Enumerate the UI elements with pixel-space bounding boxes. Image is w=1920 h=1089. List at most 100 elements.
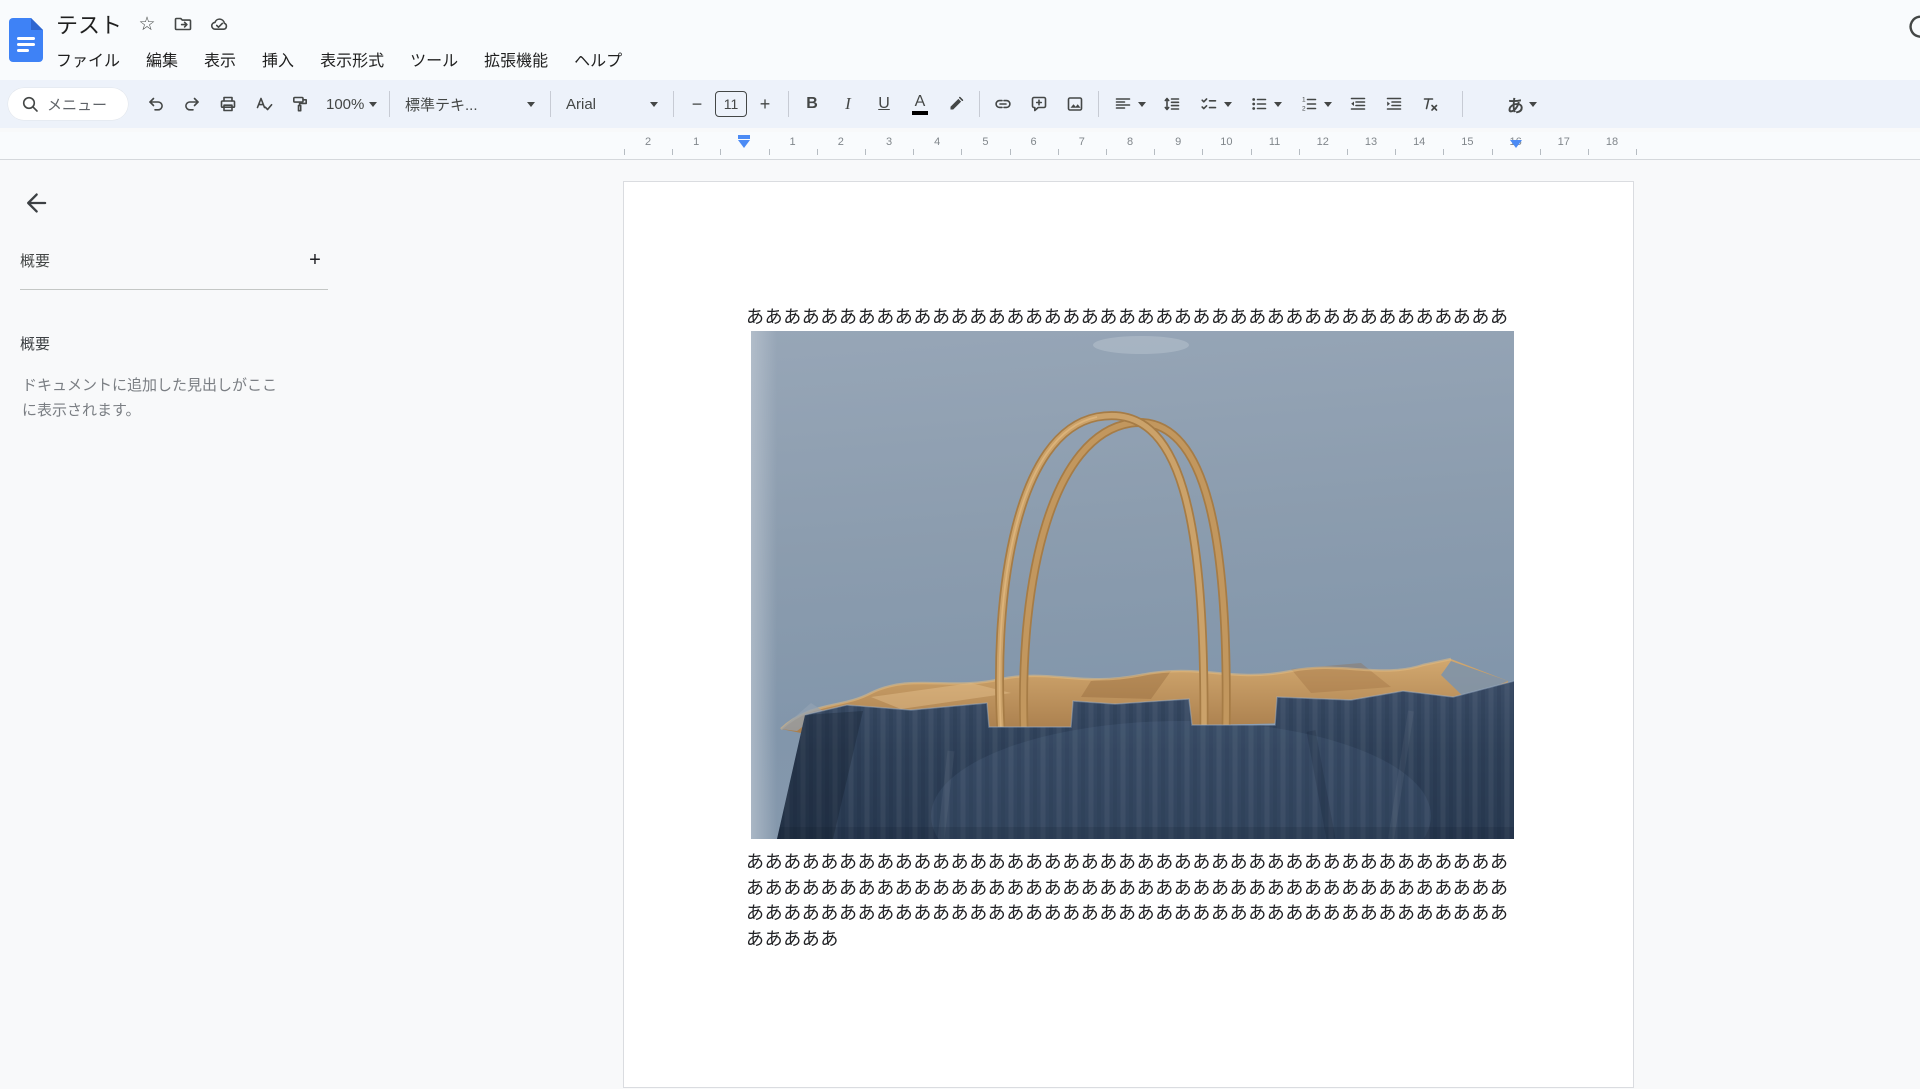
ruler-tick <box>1250 149 1252 155</box>
search-menus-button[interactable]: メニュー <box>8 88 128 120</box>
outline-section-heading: 概要 <box>20 336 51 353</box>
menu-file[interactable]: ファイル <box>45 44 131 74</box>
paragraph-block[interactable]: ああああああああああああああああああああああああああああああああああああああああ… <box>746 850 1509 953</box>
ruler-tick <box>623 149 625 155</box>
menu-help[interactable]: ヘルプ <box>563 44 633 74</box>
ruler-number: 7 <box>1078 136 1085 148</box>
inline-image-paper-bag[interactable] <box>751 331 1514 839</box>
clear-formatting-icon <box>1423 98 1438 111</box>
text-line[interactable]: ああああああああああああああああああああああああああああああああああああああああ… <box>746 901 1509 927</box>
cloud-saved-icon[interactable] <box>208 13 230 35</box>
close-outline-button[interactable] <box>20 187 52 219</box>
text-color-button[interactable]: A <box>902 88 938 120</box>
chevron-down-icon <box>1529 101 1537 107</box>
ruler-tick <box>1346 149 1348 155</box>
menu-edit[interactable]: 編集 <box>135 44 189 74</box>
highlight-color-button[interactable] <box>938 88 974 120</box>
undo-button[interactable] <box>138 88 174 120</box>
increase-font-size-button[interactable]: + <box>747 88 783 120</box>
paragraph-style-value: 標準テキ... <box>405 96 478 114</box>
google-docs-window: テスト ☆ ファイル 編集 表示 挿入 表示形式 ツール 拡張機能 ヘルプ メニ <box>0 0 1920 1089</box>
chevron-down-icon <box>369 101 378 107</box>
ruler-tick <box>672 149 674 155</box>
ruler-tick <box>768 149 770 155</box>
redo-button[interactable] <box>174 88 210 120</box>
toolbar: メニュー 100% 標準テキ... Arial − 11 + B I U A 1… <box>0 80 1920 128</box>
star-icon[interactable]: ☆ <box>136 13 158 35</box>
add-comment-button[interactable] <box>1021 88 1057 120</box>
checklist-button[interactable] <box>1190 88 1240 120</box>
ruler-number: 1 <box>789 136 796 148</box>
ruler-number: 2 <box>837 136 844 148</box>
menu-tools[interactable]: ツール <box>399 44 469 74</box>
document-page[interactable]: ああああああああああああああああああああああああああああああああああああああああ… <box>623 181 1634 1088</box>
add-heading-button[interactable]: + <box>302 247 328 273</box>
link-icon <box>995 99 1011 109</box>
numbered-list-icon: 12 <box>1302 97 1316 113</box>
ruler-number: 18 <box>1605 136 1619 148</box>
increase-indent-button[interactable] <box>1376 88 1412 120</box>
ruler-tick <box>1395 149 1397 155</box>
menu-view[interactable]: 表示 <box>193 44 247 74</box>
bulleted-list-button[interactable] <box>1240 88 1290 120</box>
ruler-tick <box>1009 149 1011 155</box>
document-title[interactable]: テスト <box>56 8 122 40</box>
numbered-list-button[interactable]: 12 <box>1290 88 1340 120</box>
ruler-tick <box>816 149 818 155</box>
menu-insert[interactable]: 挿入 <box>251 44 305 74</box>
google-docs-logo-icon[interactable] <box>9 18 43 62</box>
highlighter-icon <box>950 96 964 110</box>
ruler-tick <box>1105 149 1107 155</box>
text-line[interactable]: ああああああああああああああああああああああああああああああああああああああああ… <box>746 304 1516 330</box>
toolbar-divider <box>673 91 674 117</box>
move-folder-icon[interactable] <box>172 13 194 35</box>
clear-formatting-button[interactable] <box>1412 88 1448 120</box>
zoom-select[interactable]: 100% <box>318 88 384 120</box>
chevron-down-icon <box>1273 101 1282 107</box>
ruler-number: 5 <box>982 136 989 148</box>
underline-button[interactable]: U <box>866 88 902 120</box>
bold-button[interactable]: B <box>794 88 830 120</box>
right-indent-marker[interactable] <box>1509 140 1522 148</box>
font-size-input[interactable]: 11 <box>715 91 747 117</box>
print-button[interactable] <box>210 88 246 120</box>
input-tools-button[interactable]: あ <box>1494 88 1550 120</box>
text-line[interactable]: ああああああああああああああああああああああああああああああああああああああああ… <box>746 850 1509 876</box>
toolbar-divider <box>788 91 789 117</box>
insert-image-button[interactable] <box>1057 88 1093 120</box>
ruler-tick <box>1154 149 1156 155</box>
checklist-icon <box>1200 98 1216 110</box>
insert-link-button[interactable] <box>985 88 1021 120</box>
comment-plus-icon <box>1031 96 1047 112</box>
ruler-tick <box>1443 149 1445 155</box>
align-button[interactable] <box>1104 88 1154 120</box>
menu-format[interactable]: 表示形式 <box>309 44 395 74</box>
outline-title: 概要 <box>20 252 51 270</box>
paragraph-style-select[interactable]: 標準テキ... <box>395 88 545 120</box>
left-indent-marker[interactable] <box>738 135 751 148</box>
document-canvas: 概要 + 概要 ドキュメントに追加した見出しがここ に表示されます。 あああああ… <box>0 161 1920 1089</box>
outline-divider <box>20 289 328 290</box>
ruler[interactable]: 2 1 1 2 3 4 5 6 7 8 9 10 11 12 13 14 15 16 17 18 <box>0 132 1920 160</box>
text-line[interactable]: ああああああああああああああああああああああああああああああああああああああああ… <box>746 876 1509 902</box>
outline-header: 概要 + <box>20 247 328 273</box>
ruler-number: 2 <box>644 136 652 148</box>
decrease-indent-button[interactable] <box>1340 88 1376 120</box>
menu-extensions[interactable]: 拡張機能 <box>473 44 559 74</box>
font-family-select[interactable]: Arial <box>556 88 668 120</box>
paint-format-button[interactable] <box>282 88 318 120</box>
spellcheck-button[interactable] <box>246 88 282 120</box>
ruler-number: 10 <box>1220 136 1233 148</box>
toolbar-divider <box>979 91 980 117</box>
ruler-number: 12 <box>1316 136 1329 148</box>
title-row: テスト ☆ <box>56 8 230 40</box>
history-icon[interactable] <box>1903 12 1920 48</box>
text-line[interactable]: あああああ <box>746 927 1509 953</box>
italic-button[interactable]: I <box>830 88 866 120</box>
zoom-value: 100% <box>326 95 365 113</box>
ruler-tick <box>913 149 915 155</box>
chevron-down-icon <box>1323 101 1332 107</box>
line-spacing-button[interactable] <box>1154 88 1190 120</box>
toolbar-divider <box>389 91 390 117</box>
decrease-font-size-button[interactable]: − <box>679 88 715 120</box>
